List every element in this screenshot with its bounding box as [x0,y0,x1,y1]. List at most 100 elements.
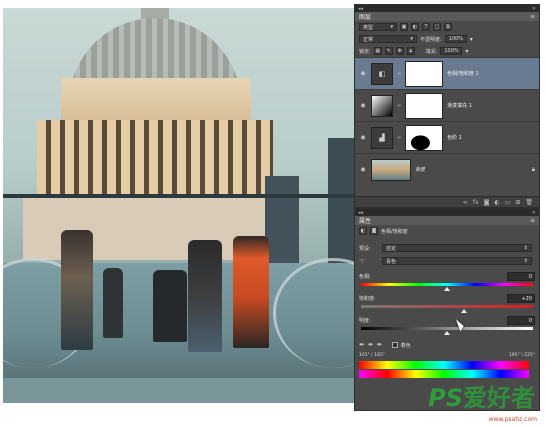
panel-menu-icon[interactable]: ≡ [530,217,535,224]
lock-icon: 🔒︎ [531,165,535,173]
layer-row[interactable]: ◉ ▟ ∞ 色阶 1 [355,121,539,153]
layer-row[interactable]: ◉ 背景 🔒︎ [355,153,539,185]
layer-style-icon[interactable]: fx [473,199,479,206]
hue-input[interactable]: 0 [507,272,535,281]
hue-row: 色相: 0 [355,271,539,282]
add-mask-icon[interactable]: ◙ [484,199,490,206]
blend-mode-label: 正常 [363,36,374,43]
chevron-updown-icon: ⇕ [523,258,528,264]
tab-layers[interactable]: 图层 [359,12,371,21]
filter-kind-select[interactable]: 类型 ▾ [359,23,397,31]
layers-tab-header: 图层 ≡ [355,12,539,21]
preset-select[interactable]: 自定 ⇕ [382,244,532,252]
lightness-slider-track [361,327,533,330]
lock-pixels-icon[interactable]: ✎ [384,47,393,55]
lock-transparent-icon[interactable]: ▦ [373,47,382,55]
panel-collapse-icon[interactable]: ◂◂ [358,210,363,216]
eye-icon[interactable]: ◉ [359,102,367,109]
new-group-icon[interactable]: ▭ [505,199,511,206]
blend-mode-select[interactable]: 正常 ▾ [359,35,417,43]
hue-slider-track [361,283,533,286]
saturation-input[interactable]: +20 [507,294,535,303]
mask-icon[interactable]: ◙ [370,227,378,235]
blend-row: 正常 ▾ 不透明度: 100% ▾ [355,33,539,45]
pixel-filter-icon[interactable]: ▣ [400,23,408,31]
chain-link-icon[interactable]: ∞ [397,135,401,141]
new-layer-icon[interactable]: ⊞ [515,199,520,206]
layer-name: 背景 [415,167,426,173]
input-spectrum-bar [359,361,529,369]
hue-saturation-icon: ◧ [359,227,367,235]
layer-mask[interactable] [405,60,444,87]
layer-row[interactable]: ◉ ∞ 渐变填充 1 [355,89,539,121]
eye-icon[interactable]: ◉ [359,134,367,141]
photo-canvas[interactable] [3,8,355,403]
chevron-down-icon: ▾ [390,24,393,30]
layer-name: 色相/饱和度 1 [447,71,479,77]
panel-menu-icon[interactable]: ≡ [530,13,535,20]
office-building [265,176,299,271]
panel-titlebar[interactable]: ◂◂ ✕ [355,5,539,12]
range-left-value: 165° / 165° [359,352,386,358]
saturation-slider-track [361,305,533,308]
preset-label: 预设: [359,245,371,252]
colorize-checkbox[interactable] [391,342,398,348]
channel-row: ☜ 青色 ⇕ [355,255,539,267]
trash-icon[interactable]: 🗑︎ [525,199,533,206]
fill-label: 填充: [425,48,438,55]
close-icon[interactable]: ✕ [532,210,536,216]
opacity-input[interactable]: 100% [444,35,467,43]
lightness-row: 明度: 0 [355,315,539,326]
layer-mask[interactable] [405,124,444,151]
new-adjustment-icon[interactable]: ◐ [494,199,499,206]
lightness-label: 明度: [359,318,371,324]
eyedropper-plus-icon[interactable]: ✒ [368,341,374,349]
lock-all-icon[interactable]: 🔒︎ [406,47,415,55]
panel-titlebar[interactable]: ◂◂ ✕ [355,209,539,216]
lightness-input[interactable]: 0 [507,316,535,325]
lock-row: 锁定: ▦ ✎ ✥ 🔒︎ 填充: 100% ▾ [355,45,539,57]
adjustment-header: ◧ ◙ 色相/饱和度 [355,225,539,237]
hand-target-icon[interactable]: ☜ [359,257,379,265]
chevron-down-icon[interactable]: ▾ [470,36,473,43]
hue-slider[interactable] [361,283,533,291]
pedestrian [103,268,123,338]
smart-object-filter-icon[interactable]: ⧉ [444,23,452,31]
layer-row[interactable]: ◉ ◧ ∞ 色相/饱和度 1 [355,57,539,89]
eye-icon[interactable]: ◉ [359,70,367,77]
watermark-ps: PS [428,384,463,412]
link-layers-icon[interactable]: ∞ [463,199,468,206]
adjustment-filter-icon[interactable]: ◐ [411,23,419,31]
saturation-label: 饱和度: [359,296,376,302]
channel-select[interactable]: 青色 ⇕ [382,257,532,265]
chevron-down-icon[interactable]: ▾ [465,48,468,55]
lock-position-icon[interactable]: ✥ [395,47,404,55]
tab-properties[interactable]: 属性 [359,216,371,225]
fill-input[interactable]: 100% [440,47,463,55]
layer-mask[interactable] [405,92,444,119]
saturation-slider-thumb[interactable] [461,309,468,313]
filter-row: 类型 ▾ ▣ ◐ T □ ⧉ [355,21,539,33]
watermark-logo: PS爱好者 [428,378,535,413]
chain-link-icon[interactable]: ∞ [397,103,401,109]
chain-link-icon[interactable]: ∞ [397,71,401,77]
lock-label: 锁定: [359,48,371,55]
saturation-slider[interactable] [361,305,533,313]
pedestrian-group [153,270,187,342]
lightness-slider-thumb[interactable] [444,331,450,335]
saturation-row: 饱和度: +20 [355,293,539,304]
layers-footer: ∞ fx ◙ ◐ ▭ ⊞ 🗑︎ [355,196,539,207]
hue-slider-thumb[interactable] [444,287,450,291]
eyedropper-icon[interactable]: ✒ [359,341,365,349]
eyedropper-minus-icon[interactable]: ✒ [377,341,383,349]
preset-value: 自定 [386,245,397,252]
bridge-rail [3,194,355,198]
lightness-slider[interactable] [361,327,533,335]
type-filter-icon[interactable]: T [422,23,430,31]
panel-collapse-icon[interactable]: ◂◂ [358,6,363,12]
levels-icon: ▟ [371,126,393,149]
eye-icon[interactable]: ◉ [359,166,367,173]
preset-row: 预设: 自定 ⇕ [355,241,539,255]
close-icon[interactable]: ✕ [532,6,536,12]
shape-filter-icon[interactable]: □ [433,23,441,31]
